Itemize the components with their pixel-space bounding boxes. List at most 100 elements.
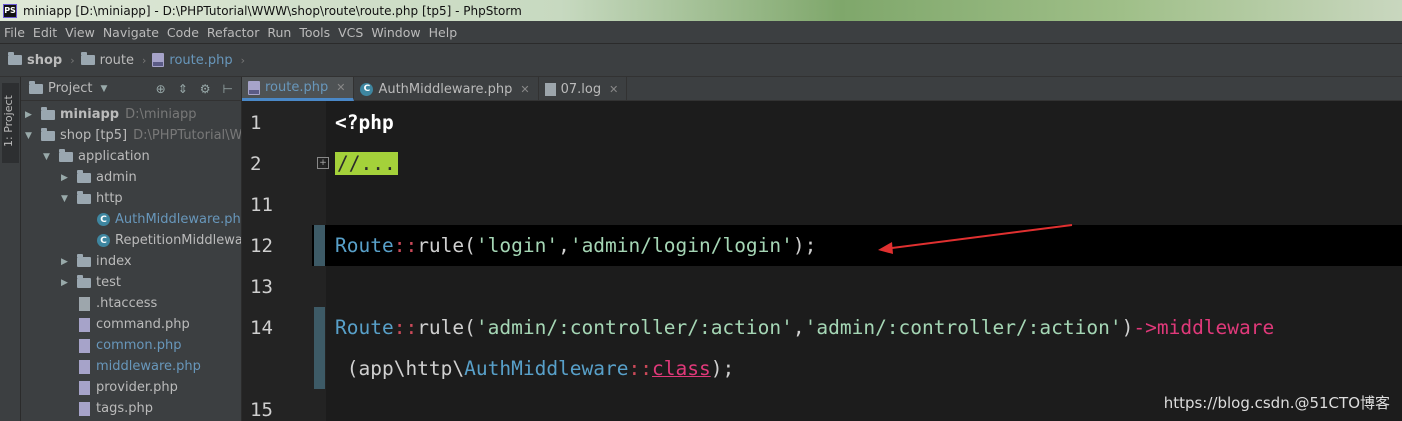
menu-file[interactable]: File [4,25,25,40]
line-number: 14 [250,317,273,339]
collapse-icon[interactable]: ⇕ [178,82,188,96]
folder-icon [77,190,91,204]
folder-icon [80,52,95,65]
line-number: 12 [250,235,273,257]
close-icon[interactable]: ✕ [609,83,618,96]
tree-item-test[interactable]: ▶ test [61,272,121,293]
menu-run[interactable]: Run [267,25,291,40]
php-file-icon [79,338,90,353]
tree-item-command[interactable]: command.php [79,314,190,335]
menu-tools[interactable]: Tools [299,25,330,40]
tree-item-middleware[interactable]: middleware.php [79,356,201,377]
php-file-icon [248,80,260,95]
folder-icon [77,253,91,267]
menu-navigate[interactable]: Navigate [103,25,159,40]
tree-item-htaccess[interactable]: .htaccess [79,293,157,314]
tool-window-stripe: 1: Project [0,77,21,421]
chevron-right-icon[interactable]: ▶ [61,257,71,267]
tree-item-miniapp[interactable]: ▶ miniapp D:\miniapp [25,104,196,125]
php-class-icon: C [97,213,110,226]
folder-icon [77,274,91,288]
hide-icon[interactable]: ⊢ [223,82,233,96]
tab-07-log[interactable]: 07.log ✕ [539,77,628,101]
tree-item-application[interactable]: ▼ application [43,146,150,167]
watermark: https://blog.csdn.@51CTO博客 [1163,394,1390,412]
breadcrumb-shop[interactable]: shop › [8,52,75,68]
project-view-selector[interactable]: Project [48,81,92,96]
chevron-down-icon[interactable]: ▼ [61,194,71,204]
tree-item-shop[interactable]: ▼ shop [tp5] D:\PHPTutorial\WWW [25,125,241,146]
php-file-icon [79,380,90,395]
code-line-2: //... [335,152,398,175]
locate-icon[interactable]: ⊕ [156,82,166,96]
annotation-arrow-head [878,242,893,254]
menu-bar: File Edit View Navigate Code Refactor Ru… [0,21,1402,43]
menu-help[interactable]: Help [429,25,458,40]
project-panel: Project ▼ ⊕ ⇕ ⚙ ⊢ ▶ miniapp D:\miniapp ▼… [21,77,242,421]
tree-item-http[interactable]: ▼ http [61,188,123,209]
line-number: 1 [250,112,262,134]
tree-item-index[interactable]: ▶ index [61,251,132,272]
line-number: 11 [250,194,273,216]
tree-item-authmiddleware[interactable]: C AuthMiddleware.php [97,209,241,230]
code-line-14: Route::rule('admin/:controller/:action',… [335,316,1275,339]
line-number: 2 [250,153,262,175]
title-bar: PS miniapp [D:\miniapp] - D:\PHPTutorial… [0,0,1402,21]
project-tool-tab[interactable]: 1: Project [2,83,19,163]
chevron-down-icon[interactable]: ▼ [25,131,35,141]
chevron-right-icon[interactable]: ▶ [61,173,71,183]
code-line-14-wrap: (app\http\AuthMiddleware::class); [335,357,735,380]
window-title: miniapp [D:\miniapp] - D:\PHPTutorial\WW… [23,3,522,18]
file-icon [79,296,90,311]
close-icon[interactable]: ✕ [520,83,529,96]
tree-item-admin[interactable]: ▶ admin [61,167,137,188]
folder-icon [8,52,22,65]
annotation-arrow [878,224,1073,254]
chevron-down-icon[interactable]: ▼ [43,152,53,162]
folded-region[interactable]: //... [335,152,398,175]
tab-route-php[interactable]: route.php ✕ [242,77,355,101]
menu-refactor[interactable]: Refactor [207,25,259,40]
line-number: 15 [250,399,273,421]
folder-icon [59,148,73,162]
code-line-12: Route::rule('login','admin/login/login')… [335,234,817,257]
project-icon [29,80,43,94]
code-line-1: <?php [335,111,394,134]
tree-item-tags[interactable]: tags.php [79,398,153,419]
fold-toggle-icon[interactable]: + [317,157,329,169]
change-marker [314,307,325,389]
close-icon[interactable]: ✕ [336,81,345,94]
tree-item-repetitionmiddleware[interactable]: C RepetitionMiddleware [97,230,241,251]
tree-item-common[interactable]: common.php [79,335,182,356]
menu-window[interactable]: Window [371,25,420,40]
php-file-icon [79,317,90,332]
breadcrumb: shop › route › route.php › [0,43,1402,77]
phpstorm-logo-icon: PS [3,3,17,18]
tree-item-provider[interactable]: provider.php [79,377,178,398]
editor-tabs: route.php ✕ C AuthMiddleware.php ✕ 07.lo… [242,77,1402,101]
project-header: Project ▼ ⊕ ⇕ ⚙ ⊢ [21,77,241,101]
php-file-icon [79,401,90,416]
breadcrumb-route[interactable]: route › [80,52,146,68]
folder-icon [41,127,55,141]
php-file-icon [152,53,165,67]
menu-vcs[interactable]: VCS [338,25,363,40]
php-class-icon: C [360,82,374,96]
code-editor[interactable]: + 1 2 11 12 13 14 15 <?php //... Route::… [242,101,1402,421]
php-class-icon: C [97,234,110,247]
folder-icon [77,169,91,183]
menu-edit[interactable]: Edit [33,25,57,40]
chevron-right-icon[interactable]: ▶ [61,278,71,288]
line-number: 13 [250,276,273,298]
gear-icon[interactable]: ⚙ [200,82,211,96]
breadcrumb-route-php[interactable]: route.php › [152,53,245,68]
menu-view[interactable]: View [65,25,95,40]
chevron-down-icon[interactable]: ▼ [100,84,107,94]
folder-icon [41,106,55,120]
php-file-icon [79,359,90,374]
change-marker [314,225,325,266]
menu-code[interactable]: Code [167,25,199,40]
annotation-arrow-line [883,224,1073,250]
chevron-right-icon[interactable]: ▶ [25,110,35,120]
tab-authmiddleware[interactable]: C AuthMiddleware.php ✕ [354,77,539,101]
